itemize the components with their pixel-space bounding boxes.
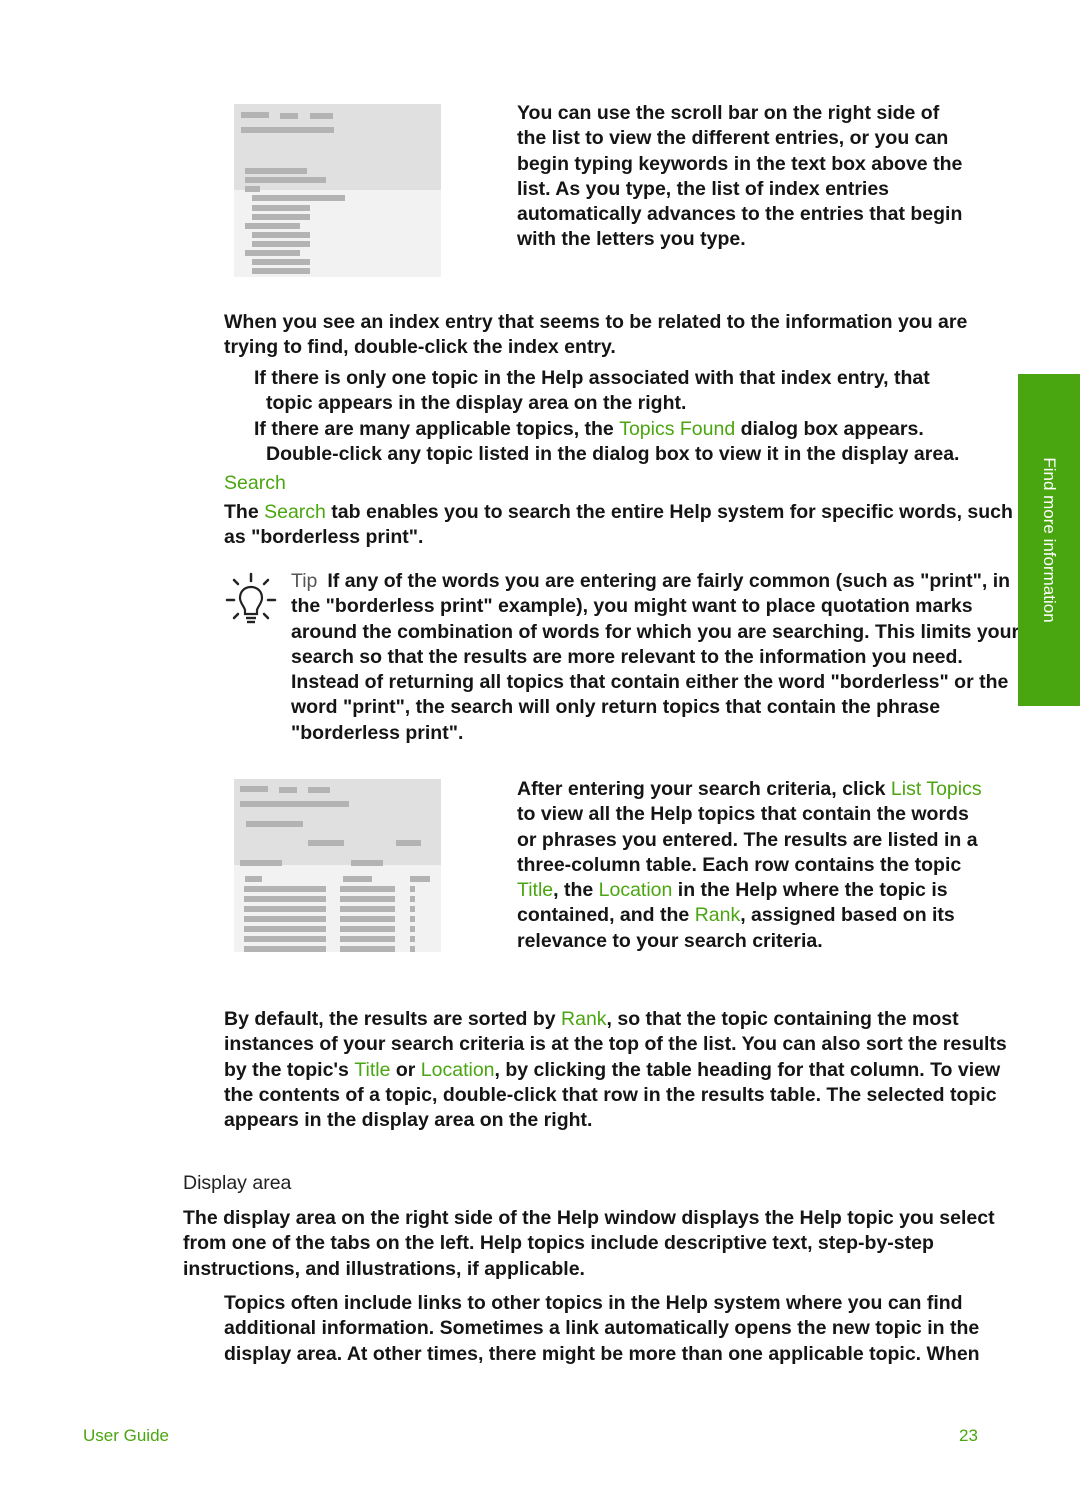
display-area-paragraph: The display area on the right side of th… [183,1207,995,1280]
text: dialog box appears. [735,418,924,440]
lightbulb-icon [225,572,277,624]
text-line: with the letters you type. [517,228,746,251]
text-line: If there are many applicable topics, the… [254,417,1014,442]
double-click-paragraph: When you see an index entry that seems t… [224,311,968,359]
footer-guide-title: User Guide [83,1426,169,1445]
display-area-heading: Display area [183,1172,292,1194]
sort-paragraph: By default, the results are sorted by Ra… [224,1007,1034,1133]
side-tab-label: Find more information [1040,457,1059,623]
text-line: automatically advances to the entries th… [517,203,963,226]
bullet-many-topics: If there are many applicable topics, the… [254,417,1014,468]
text-line: topic appears in the display area on the… [266,392,687,415]
text-line: begin typing keywords in the text box ab… [517,152,963,175]
location-link[interactable]: Location [599,879,673,901]
page-number: 23 [959,1426,978,1445]
search-tab-link[interactable]: Search [264,501,326,523]
rank-link[interactable]: Rank [695,904,741,926]
tip-text: If any of the words you are entering are… [291,570,1020,744]
text-line: You can use the scroll bar on the right … [517,102,940,124]
text: tab enables you to search the entire Hel… [224,501,1013,549]
bullet-one-topic: If there is only one topic in the Help a… [254,366,1014,417]
scroll-paragraph: You can use the scroll bar on the right … [517,101,997,253]
text: By default, the results are sorted by [224,1008,562,1030]
list-topics-link[interactable]: List Topics [891,778,982,800]
topics-links-paragraph: Topics often include links to other topi… [224,1292,980,1365]
search-heading: Search [224,472,286,494]
search-intro: The Search tab enables you to search the… [224,500,1024,551]
rank-link[interactable]: Rank [561,1008,607,1030]
text-line: list. As you type, the list of index ent… [517,177,890,200]
find-more-information-tab: Find more information [1018,374,1080,706]
text: to view all the Help topics that contain… [517,803,978,876]
search-results-paragraph: After entering your search criteria, cli… [517,777,992,954]
index-tab-illustration [234,104,441,277]
search-tab-illustration [234,779,441,952]
title-link[interactable]: Title [517,879,553,901]
location-link[interactable]: Location [421,1059,495,1081]
topics-found-link[interactable]: Topics Found [619,418,735,440]
text: After entering your search criteria, cli… [517,778,891,800]
tip-label: Tip [291,570,318,592]
tip-paragraph: Tip If any of the words you are entering … [291,569,1036,746]
text-line: Double-click any topic listed in the dia… [266,443,960,466]
text: or [390,1058,421,1081]
text-line: the list to view the different entries, … [517,127,949,150]
text: If there are many applicable topics, the [254,418,620,440]
title-link[interactable]: Title [354,1059,390,1081]
text: The [224,501,265,523]
text-line: If there is only one topic in the Help a… [254,367,930,389]
text: , the [553,879,599,902]
